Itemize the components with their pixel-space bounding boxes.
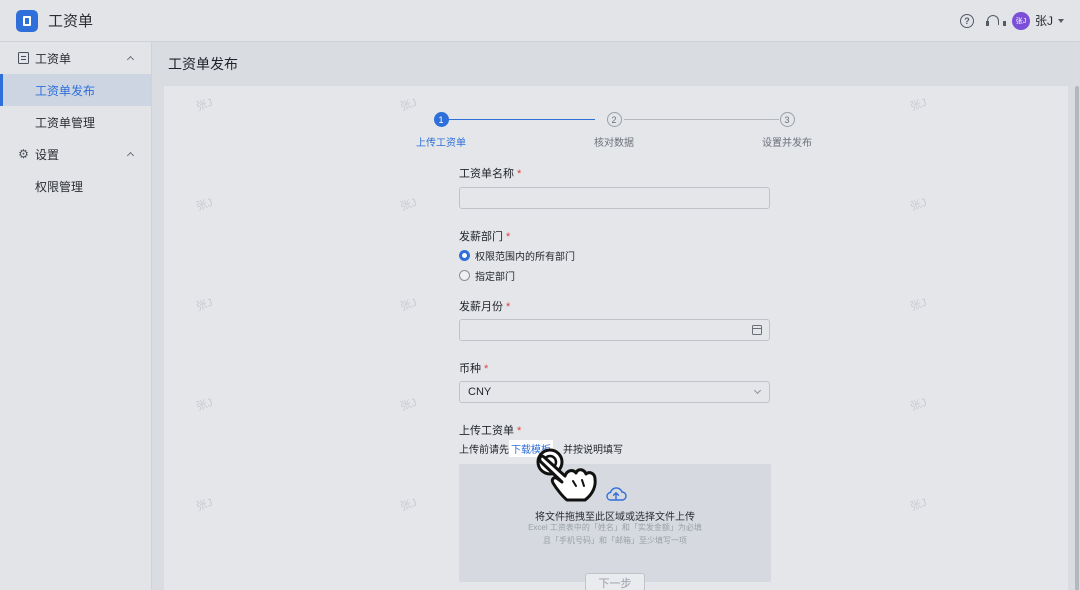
sidebar-group-settings[interactable]: ⚙ 设置 <box>0 138 151 170</box>
sidebar-item-label: 工资单发布 <box>35 83 96 98</box>
watermark: 张J <box>908 196 929 214</box>
top-header: 工资单 ? 张J 张J <box>0 0 1080 42</box>
chevron-up-icon[interactable] <box>126 151 135 160</box>
currency-value: CNY <box>468 386 492 398</box>
avatar[interactable]: 张J <box>1011 11 1030 30</box>
step-number: 2 <box>606 112 622 127</box>
chevron-down-icon[interactable] <box>753 386 762 395</box>
required-mark: * <box>506 231 511 243</box>
username[interactable]: 张J <box>1035 12 1053 29</box>
step-number: 3 <box>779 112 795 127</box>
currency-label: 币种 * <box>459 360 488 376</box>
radio-unchecked-icon[interactable] <box>459 270 470 281</box>
watermark: 张J <box>398 496 419 514</box>
upload-title: 将文件拖拽至此区域或选择文件上传 <box>535 512 695 523</box>
next-step-button[interactable]: 下一步 <box>585 573 645 590</box>
sidebar-item-label: 权限管理 <box>35 179 84 194</box>
headset-icon[interactable] <box>985 14 1006 28</box>
step-publish: 3 设置并发布 <box>750 112 824 149</box>
label-text: 上传工资单 <box>459 425 514 437</box>
sidebar-item-payroll-publish[interactable]: 工资单发布 <box>0 74 151 106</box>
pay-month-label: 发薪月份 * <box>459 298 510 314</box>
step-upload: 1 上传工资单 <box>404 112 478 149</box>
form-card: 张J 张J 张J 张J 张J 张J 张J 张J 张J 张J 张J 张J 张J 张… <box>164 86 1068 590</box>
currency-select[interactable]: CNY <box>459 381 770 403</box>
radio-label: 指定部门 <box>475 272 515 283</box>
chevron-up-icon[interactable] <box>126 55 135 64</box>
required-mark: * <box>517 168 522 180</box>
pay-month-picker[interactable] <box>459 319 770 341</box>
hint-prefix: 上传前请先 <box>459 445 509 456</box>
cloud-upload-icon <box>606 487 627 501</box>
upload-dropzone[interactable]: 将文件拖拽至此区域或选择文件上传 Excel 工资表中的「姓名」和「实发金额」为… <box>459 464 771 582</box>
watermark: 张J <box>398 396 419 414</box>
sidebar-group-label: 设置 <box>35 147 60 162</box>
sidebar-item-permissions[interactable]: 权限管理 <box>0 170 151 202</box>
sidebar-item-label: 工资单管理 <box>35 115 96 130</box>
label-text: 发薪月份 <box>459 301 503 313</box>
watermark: 张J <box>398 196 419 214</box>
radio-checked-icon[interactable] <box>459 250 470 261</box>
sidebar-item-payroll-manage[interactable]: 工资单管理 <box>0 106 151 138</box>
page-title: 工资单发布 <box>168 56 238 72</box>
radio-label: 权限范围内的所有部门 <box>475 252 575 263</box>
label-text: 币种 <box>459 363 481 375</box>
app-logo[interactable] <box>16 9 38 32</box>
required-mark: * <box>484 363 489 375</box>
logo-mark <box>23 15 31 26</box>
gear-icon: ⚙ <box>18 147 29 161</box>
sidebar-group-payroll[interactable]: 工资单 <box>0 42 151 74</box>
required-mark: * <box>517 425 522 437</box>
watermark: 张J <box>908 396 929 414</box>
step-label: 上传工资单 <box>416 138 466 149</box>
caret-down-icon[interactable] <box>1058 18 1064 23</box>
document-icon <box>18 52 29 64</box>
label-text: 发薪部门 <box>459 231 503 243</box>
watermark: 张J <box>908 96 929 114</box>
question-circle-icon[interactable]: ? <box>959 13 974 28</box>
step-label: 核对数据 <box>594 138 634 149</box>
sidebar: 工资单 工资单发布 工资单管理 ⚙ 设置 权限管理 <box>0 42 152 590</box>
hand-pointer-icon <box>536 448 597 502</box>
main-content: 工资单发布 张J 张J 张J 张J 张J 张J 张J 张J 张J 张J 张J 张… <box>152 42 1080 590</box>
radio-specific-departments[interactable]: 指定部门 <box>459 268 515 283</box>
watermark: 张J <box>908 296 929 314</box>
app-title: 工资单 <box>48 13 94 30</box>
payroll-name-label: 工资单名称 * <box>459 165 521 181</box>
watermark: 张J <box>194 396 215 414</box>
step-label: 设置并发布 <box>762 138 812 149</box>
radio-all-departments[interactable]: 权限范围内的所有部门 <box>459 248 575 263</box>
watermark: 张J <box>398 296 419 314</box>
watermark: 张J <box>194 96 215 114</box>
watermark: 张J <box>194 196 215 214</box>
required-mark: * <box>506 301 511 313</box>
watermark: 张J <box>908 496 929 514</box>
upload-label: 上传工资单 * <box>459 422 521 438</box>
watermark: 张J <box>194 296 215 314</box>
header-actions: ? 张J 张J <box>959 11 1064 30</box>
step-number: 1 <box>433 112 449 127</box>
label-text: 工资单名称 <box>459 168 514 180</box>
scrollbar-thumb[interactable] <box>1075 86 1079 590</box>
sidebar-group-label: 工资单 <box>35 51 72 66</box>
upload-note-line1: Excel 工资表中的「姓名」和「实发金额」为必填 <box>528 523 702 532</box>
scrollbar[interactable] <box>1074 86 1080 590</box>
watermark: 张J <box>194 496 215 514</box>
user-menu[interactable]: 张J 张J <box>1011 11 1064 30</box>
calendar-icon[interactable] <box>752 325 762 335</box>
step-verify: 2 核对数据 <box>577 112 651 149</box>
payroll-name-input[interactable] <box>459 187 770 209</box>
upload-note-line2: 且「手机号码」和「邮箱」至少填写一项 <box>543 536 687 545</box>
department-label: 发薪部门 * <box>459 228 510 244</box>
